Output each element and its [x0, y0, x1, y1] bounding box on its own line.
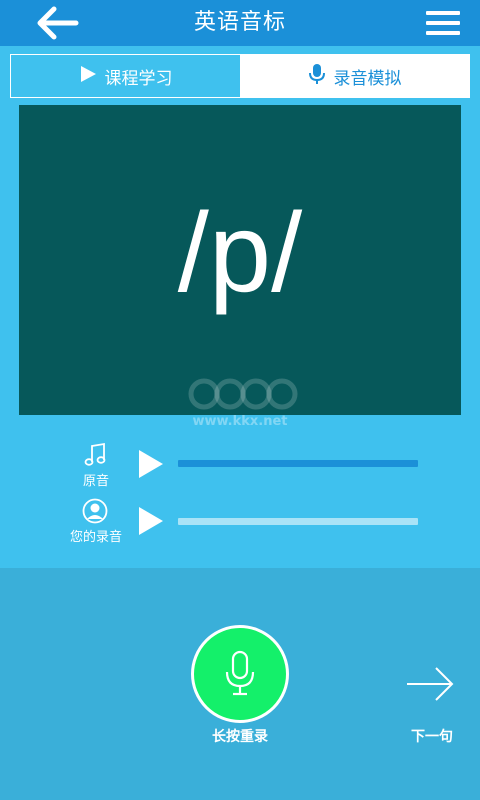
user-avatar-icon: [80, 498, 112, 524]
phoneme-text: /p/: [177, 189, 303, 315]
hamburger-menu-icon: [426, 11, 460, 15]
arrow-right-icon: [407, 667, 454, 701]
tab-recording-simulation[interactable]: 录音模拟: [240, 55, 469, 97]
recording-audio-row: 您的录音: [0, 496, 480, 546]
tab-course-study[interactable]: 课程学习: [11, 55, 240, 97]
page-title: 英语音标: [193, 10, 286, 35]
record-button[interactable]: [191, 625, 289, 723]
watermark-logo: [188, 378, 298, 410]
recording-audio-progress[interactable]: [178, 518, 418, 525]
music-note-icon: [80, 442, 112, 468]
record-button-label: 长按重录: [212, 729, 268, 745]
original-audio-row: 原音: [0, 440, 480, 490]
microphone-icon: [308, 63, 326, 90]
play-icon: [79, 65, 97, 88]
original-audio-progress[interactable]: [178, 460, 418, 467]
next-sentence-label: 下一句: [411, 729, 453, 745]
top-bar: 英语音标: [0, 0, 480, 46]
play-recording-button[interactable]: [138, 506, 164, 536]
play-original-button[interactable]: [138, 449, 164, 479]
tab-label: 课程学习: [104, 68, 173, 89]
original-audio-label: 原音: [82, 474, 109, 489]
watermark-text: www.kkx.net: [192, 414, 288, 429]
phoneme-board: /p/: [19, 105, 461, 415]
recording-audio-label: 您的录音: [69, 530, 122, 545]
menu-button[interactable]: [424, 9, 464, 37]
tab-bar: 课程学习 录音模拟: [10, 54, 470, 98]
microphone-icon: [225, 650, 255, 696]
tab-label: 录音模拟: [333, 68, 402, 89]
next-sentence-button[interactable]: [404, 664, 456, 704]
